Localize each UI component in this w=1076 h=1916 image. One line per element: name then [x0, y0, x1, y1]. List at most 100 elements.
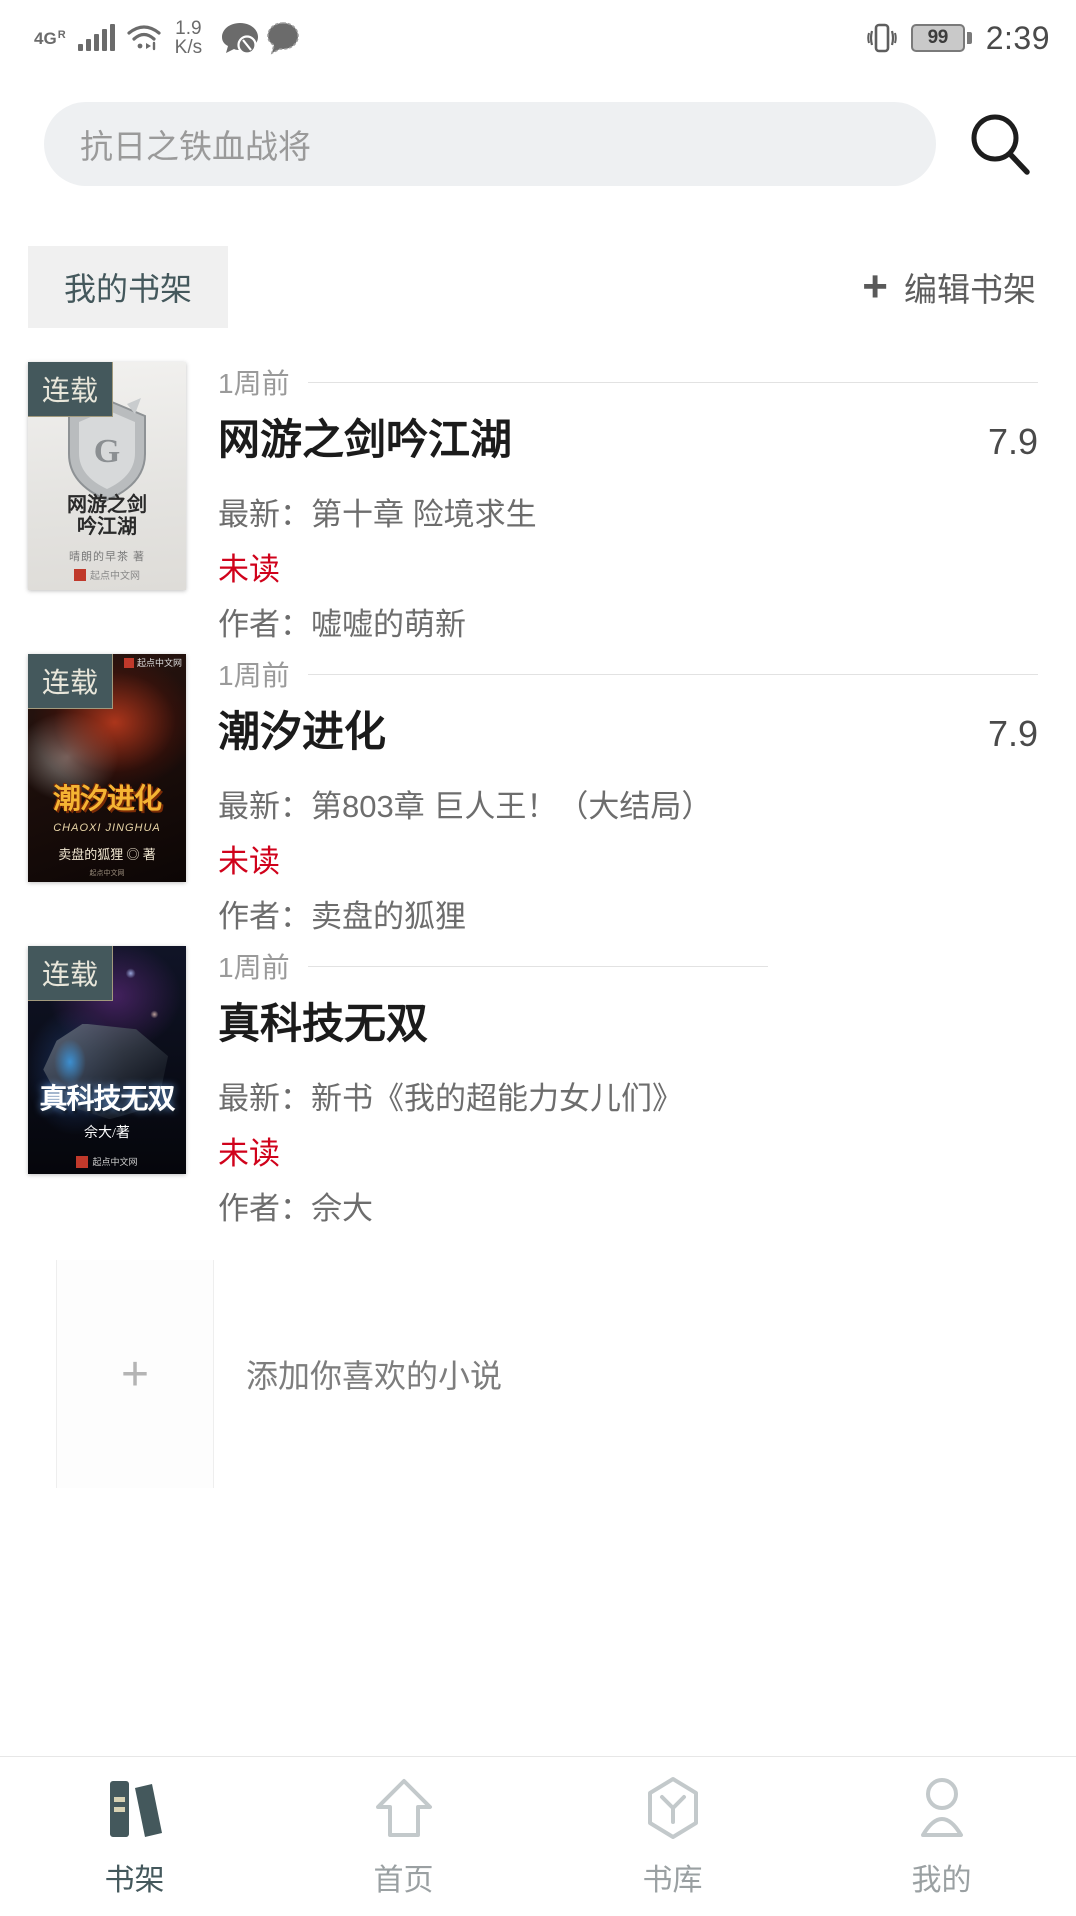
cover-publisher-label: 起点中文网	[89, 870, 125, 877]
book-info: 1周前 网游之剑吟江湖 7.9 最新：第十章 险境求生 未读 作者：嘘嘘的萌新	[218, 362, 1076, 644]
search-button[interactable]	[954, 98, 1046, 190]
book-list-item[interactable]: 起点中文网 潮汐进化 CHAOXI JINGHUA 卖盘的狐狸 ◎ 著 起点中文…	[28, 654, 1076, 946]
plus-icon: +	[120, 1347, 150, 1401]
cover-title-pinyin: CHAOXI JINGHUA	[53, 822, 161, 834]
book-title-line: 真科技无双	[218, 990, 1038, 1051]
book-list-item[interactable]: 真科技无双 佘大/著 起点中文网 连载 1周前 真科技无双 最新：新书《我的超能…	[28, 946, 1076, 1238]
wifi-icon	[127, 25, 161, 51]
divider	[307, 965, 768, 967]
add-novel-row[interactable]: + 添加你喜欢的小说	[28, 1238, 1076, 1488]
cover-title: 网游之剑 吟江湖	[28, 494, 186, 539]
publisher-mark-icon	[123, 657, 134, 668]
tab-my-shelf-label: 我的书架	[64, 271, 193, 307]
book-title: 真科技无双	[218, 1000, 429, 1047]
person-icon	[911, 1775, 973, 1841]
plus-icon: +	[862, 262, 888, 311]
status-badge: 连载	[28, 946, 114, 1001]
network-speed: 1.9 K/s	[175, 19, 202, 57]
book-title: 潮汐进化	[218, 708, 387, 755]
network-speed-unit: K/s	[174, 37, 203, 58]
add-novel-button[interactable]: +	[56, 1260, 214, 1488]
book-score: 7.9	[987, 713, 1038, 754]
network-type-label: 4G	[34, 28, 57, 48]
book-title-line: 潮汐进化 7.9	[218, 698, 1038, 759]
home-arrow-icon	[373, 1775, 435, 1841]
search-input[interactable]: 抗日之铁血战将	[44, 102, 936, 186]
nav-item-home[interactable]: 首页	[269, 1775, 538, 1899]
nav-item-profile[interactable]: 我的	[807, 1775, 1076, 1899]
book-time-ago: 1周前	[218, 952, 290, 983]
cover-publisher: 起点中文网	[28, 1155, 186, 1168]
bottom-navigation: 书架 首页 书库 我的	[0, 1756, 1076, 1916]
status-bar-right: 99 2:39	[866, 19, 1050, 57]
edit-shelf-label: 编辑书架	[904, 271, 1036, 308]
edit-shelf-button[interactable]: + 编辑书架	[862, 263, 1036, 311]
search-icon	[971, 114, 1030, 175]
network-speed-value: 1.9	[175, 18, 202, 39]
cover-publisher: 起点中文网	[28, 868, 186, 878]
book-meta-line: 1周前	[218, 946, 1038, 986]
cover-publisher-label: 起点中文网	[90, 571, 140, 582]
cover-publisher-top: 起点中文网	[123, 656, 182, 669]
nav-item-library-label: 书库	[642, 1863, 703, 1897]
book-cover[interactable]: 真科技无双 佘大/著 起点中文网 连载	[28, 946, 186, 1174]
book-time-ago: 1周前	[218, 368, 290, 399]
book-latest-chapter: 最新：第十章 险境求生	[218, 497, 537, 532]
svg-text:G: G	[94, 433, 120, 470]
book-time-ago: 1周前	[218, 660, 290, 691]
status-bar: 4G R 1.9 K/s 99 2:39	[0, 0, 1076, 76]
bookshelf-list: G 网游之剑 吟江湖 晴朗的早茶 著 起点中文网 连载 1周前 网游之剑吟江湖 …	[0, 362, 1076, 1488]
shelf-toolbar: 我的书架 + 编辑书架	[0, 200, 1076, 362]
cover-publisher-top-label: 起点中文网	[136, 658, 182, 668]
tab-my-shelf[interactable]: 我的书架	[28, 246, 229, 328]
nav-item-library[interactable]: 书库	[538, 1775, 807, 1899]
book-info: 1周前 真科技无双 最新：新书《我的超能力女儿们》 未读 作者：佘大	[218, 946, 1076, 1228]
chat-bubble-icon	[267, 22, 299, 55]
nav-item-profile-label: 我的	[911, 1863, 972, 1897]
book-score: 7.9	[987, 421, 1038, 462]
book-cover[interactable]: 起点中文网 潮汐进化 CHAOXI JINGHUA 卖盘的狐狸 ◎ 著 起点中文…	[28, 654, 186, 882]
cover-author-note: 佘大/著	[84, 1126, 130, 1141]
book-meta-line: 1周前	[218, 654, 1038, 694]
cover-title-line1: 潮汐进化	[52, 784, 162, 815]
book-title-line: 网游之剑吟江湖 7.9	[218, 406, 1038, 467]
cover-title: 潮汐进化	[28, 784, 186, 815]
book-author: 作者：卖盘的狐狸	[218, 899, 466, 934]
book-unread-badge: 未读	[218, 1136, 280, 1171]
status-bar-app-icons	[220, 20, 300, 56]
book-author: 作者：嘘嘘的萌新	[218, 607, 466, 642]
library-hexagon-icon	[642, 1775, 704, 1841]
publisher-mark-icon	[74, 568, 86, 581]
divider	[307, 381, 1038, 383]
cover-title-line1: 网游之剑	[67, 494, 147, 516]
chat-mute-icon	[222, 23, 259, 55]
network-roaming-label: R	[57, 28, 66, 41]
nav-item-shelf-label: 书架	[104, 1863, 165, 1897]
status-bar-left: 4G R 1.9 K/s	[34, 19, 300, 57]
status-badge: 连载	[28, 654, 114, 709]
book-unread-badge: 未读	[218, 844, 280, 879]
cover-author-note: 卖盘的狐狸 ◎ 著	[58, 847, 156, 862]
book-latest-chapter: 最新：新书《我的超能力女儿们》	[218, 1081, 683, 1116]
book-info: 1周前 潮汐进化 7.9 最新：第803章 巨人王！（大结局） 未读 作者：卖盘…	[218, 654, 1076, 936]
book-meta-line: 1周前	[218, 362, 1038, 402]
book-list-item[interactable]: G 网游之剑 吟江湖 晴朗的早茶 著 起点中文网 连载 1周前 网游之剑吟江湖 …	[28, 362, 1076, 654]
add-novel-label: 添加你喜欢的小说	[246, 1358, 503, 1394]
nav-item-shelf[interactable]: 书架	[0, 1775, 269, 1899]
battery-icon: 99	[910, 24, 972, 52]
book-unread-badge: 未读	[218, 552, 280, 587]
nav-item-home-label: 首页	[373, 1863, 434, 1897]
cover-title-line2: 吟江湖	[77, 516, 137, 539]
status-badge: 连载	[28, 362, 114, 417]
book-author: 作者：佘大	[218, 1191, 373, 1226]
search-row: 抗日之铁血战将	[0, 76, 1076, 200]
cover-publisher: 起点中文网	[28, 567, 186, 582]
cover-publisher-label: 起点中文网	[92, 1157, 138, 1167]
signal-bars-icon	[77, 24, 115, 51]
status-bar-clock: 2:39	[985, 19, 1050, 56]
network-type-icon: 4G R	[34, 28, 66, 48]
divider	[307, 673, 1038, 675]
book-cover[interactable]: G 网游之剑 吟江湖 晴朗的早茶 著 起点中文网 连载	[28, 362, 186, 590]
publisher-mark-icon	[76, 1155, 89, 1168]
books-icon	[104, 1775, 166, 1841]
